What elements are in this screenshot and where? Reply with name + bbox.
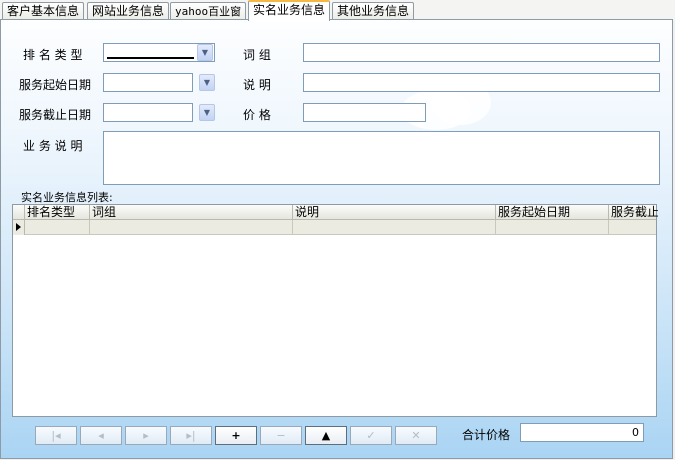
total-price-field[interactable]: 0 (520, 423, 644, 442)
chevron-down-icon[interactable]: ▼ (199, 104, 215, 121)
column-header[interactable]: 词组 (90, 205, 293, 220)
nav-delete-button[interactable]: − (260, 426, 302, 445)
chevron-down-icon[interactable]: ▼ (199, 74, 215, 91)
business-desc-textarea[interactable] (103, 131, 660, 185)
tab-strip: 客户基本信息 网站业务信息 yahoo百业窗 实名业务信息 其他业务信息 (0, 0, 675, 21)
column-header[interactable]: 服务起始日期 (496, 205, 609, 220)
nav-insert-button[interactable]: + (215, 426, 257, 445)
ranking-type-label: 排 名 类 型 (23, 48, 83, 62)
keyword-input[interactable] (303, 43, 660, 62)
nav-next-button[interactable]: ▸ (125, 426, 167, 445)
business-desc-label: 业 务 说 明 (23, 139, 83, 153)
start-date-input[interactable] (103, 73, 193, 92)
nav-post-button[interactable]: ✓ (350, 426, 392, 445)
column-header[interactable]: 说明 (293, 205, 496, 220)
nav-edit-button[interactable]: ▲ (305, 426, 347, 445)
tab-customer-basic-info[interactable]: 客户基本信息 (2, 2, 85, 20)
tab-website-business-info[interactable]: 网站业务信息 (87, 2, 170, 20)
table-row[interactable] (13, 220, 656, 235)
chevron-down-icon[interactable]: ▼ (197, 44, 213, 61)
header-indicator-cell (13, 205, 25, 220)
tab-yahoo-baiyechuang[interactable]: yahoo百业窗 (170, 2, 247, 20)
end-date-input[interactable] (103, 103, 193, 122)
grid-caption: 实名业务信息列表: (21, 191, 113, 204)
table-cell[interactable] (496, 220, 609, 235)
nav-last-button[interactable]: ▸| (170, 426, 212, 445)
nav-cancel-button[interactable]: ✕ (395, 426, 437, 445)
table-cell[interactable] (609, 220, 658, 235)
end-date-label: 服务截止日期 (19, 108, 92, 122)
note-input[interactable] (303, 73, 660, 92)
nav-prior-button[interactable]: ◂ (80, 426, 122, 445)
price-label: 价 格 (243, 108, 271, 122)
ranking-type-select[interactable]: ▼ (103, 43, 215, 62)
realname-business-grid[interactable]: 排名类型 词组 说明 服务起始日期 服务截止 (12, 204, 658, 417)
tab-other-business-info[interactable]: 其他业务信息 (332, 2, 415, 20)
price-input[interactable] (303, 103, 426, 122)
nav-first-button[interactable]: |◂ (35, 426, 77, 445)
column-header[interactable]: 服务截止 (609, 205, 658, 220)
total-price-label: 合计价格 (462, 428, 511, 442)
note-label: 说 明 (243, 78, 271, 92)
selected-value-underline (107, 57, 194, 59)
grid-header: 排名类型 词组 说明 服务起始日期 服务截止 (13, 205, 658, 220)
table-cell[interactable] (90, 220, 293, 235)
column-header[interactable]: 排名类型 (25, 205, 90, 220)
table-cell[interactable] (25, 220, 90, 235)
tab-realname-business-info[interactable]: 实名业务信息 (248, 0, 331, 21)
start-date-label: 服务起始日期 (19, 78, 92, 92)
triangle-right-icon (13, 220, 25, 235)
keyword-label: 词 组 (243, 48, 271, 62)
table-cell[interactable] (293, 220, 496, 235)
realname-business-panel: 排 名 类 型 ▼ 词 组 服务起始日期 ▼ 说 明 服务截止日期 ▼ 价 格 … (0, 19, 673, 459)
